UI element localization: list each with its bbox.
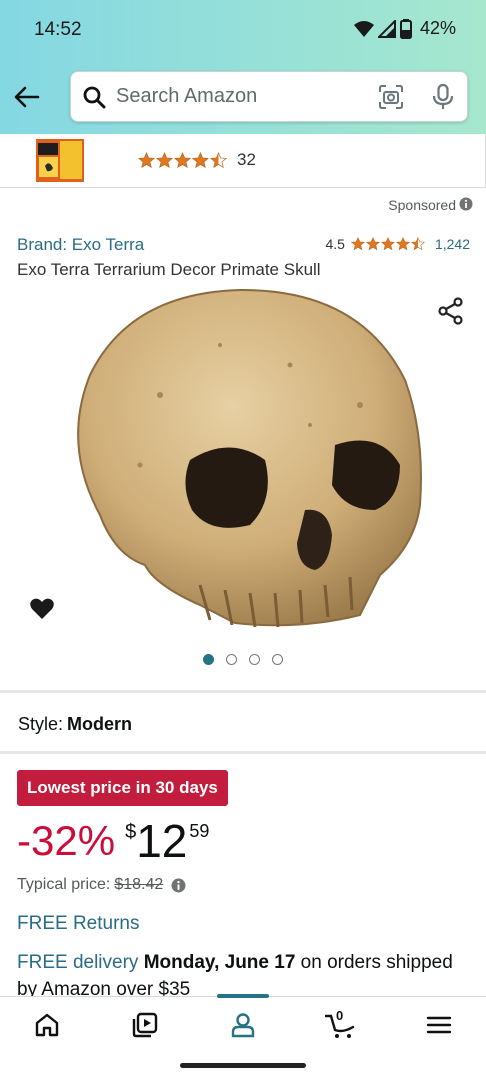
star-full-icon [156,151,173,168]
back-button[interactable] [12,82,42,112]
back-arrow-icon [14,86,40,108]
status-icons: 42% [353,18,456,39]
style-label: Style: [18,714,64,734]
info-icon[interactable] [459,197,473,211]
cart-count: 0 [336,1008,344,1023]
rating-count-link[interactable]: 1,242 [435,236,470,252]
star-full-icon [365,237,380,251]
price-row: -32% $ 12 59 [17,815,209,867]
share-icon[interactable] [438,297,464,325]
section-divider [0,751,486,754]
star-half-icon [410,237,425,251]
search-bar[interactable] [70,71,468,122]
free-delivery-link[interactable]: FREE delivery [17,952,138,973]
star-full-icon [192,151,209,168]
heart-icon[interactable] [29,597,55,621]
carousel-dot[interactable] [272,654,283,665]
product-rating[interactable]: 4.5 1,242 [325,236,470,252]
bottom-navigation: 0 [0,994,486,1052]
star-full-icon [174,151,191,168]
menu-icon[interactable] [425,1011,453,1039]
product-image-skull[interactable] [60,285,430,635]
brand-link[interactable]: Brand: Exo Terra [17,235,144,255]
style-value: Modern [67,714,133,734]
product-title: Exo Terra Terrarium Decor Primate Skull [17,260,321,279]
info-icon[interactable] [171,878,186,893]
star-full-icon [395,237,410,251]
video-icon[interactable] [131,1011,159,1039]
carousel-dot[interactable] [249,654,260,665]
delivery-date: Monday, June 17 [143,952,296,973]
sponsored-label: Sponsored [388,197,456,213]
wifi-icon [353,20,374,37]
sponsored-product-card[interactable]: 32 [0,134,486,188]
system-gesture-bar [180,1063,306,1068]
star-half-icon [210,151,227,168]
sponsored-product-thumbnail[interactable] [35,138,85,183]
star-full-icon [350,237,365,251]
free-returns-link[interactable]: FREE Returns [17,913,139,935]
app-header: 14:52 42% [0,0,486,134]
active-tab-indicator [217,994,269,998]
star-full-icon [138,151,155,168]
carousel-dot[interactable] [203,654,214,665]
price-currency: $ [125,821,137,843]
battery-icon [399,18,412,39]
typical-price-value: $18.42 [114,876,164,893]
sponsored-stars [138,151,227,169]
sponsored-rating-count: 32 [237,150,256,169]
typical-price-label: Typical price: [17,876,111,893]
style-selector[interactable]: Style: Modern [18,714,132,735]
product-stars [350,237,425,251]
camera-search-icon[interactable] [378,84,404,110]
section-divider [0,690,486,693]
carousel-dot[interactable] [226,654,237,665]
sponsored-rating: 32 [138,150,256,170]
account-icon[interactable] [229,1011,257,1039]
typical-price-row: Typical price: $18.42 [17,876,186,894]
deal-badge: Lowest price in 30 days [17,770,228,806]
search-icon [83,86,106,109]
status-bar: 14:52 42% [0,0,486,62]
home-icon[interactable] [33,1011,61,1039]
sponsored-product-strip: 32 [0,134,486,188]
discount-percent: -32% [17,817,116,864]
search-input[interactable] [116,72,366,121]
rating-value: 4.5 [325,236,345,252]
battery-percent: 42% [419,18,456,38]
cell-signal-icon [377,19,396,38]
microphone-icon[interactable] [431,83,455,111]
star-full-icon [380,237,395,251]
price-fraction: 59 [189,821,210,841]
price-whole: 12 [136,815,188,867]
image-carousel-dots [203,654,283,665]
status-time: 14:52 [34,19,82,40]
